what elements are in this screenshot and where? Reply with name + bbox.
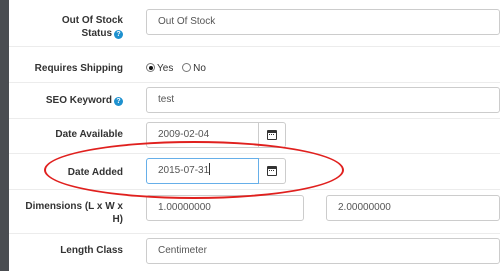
left-sidebar-strip <box>0 0 9 271</box>
dimension-width-input[interactable]: 2.00000000 <box>326 195 500 221</box>
shipping-yes-label: Yes <box>157 63 174 74</box>
row-divider <box>9 233 500 234</box>
requires-shipping-options: Yes No <box>146 62 212 75</box>
row-divider <box>9 46 500 47</box>
stock-status-select[interactable]: Out Of Stock <box>146 9 500 35</box>
row-divider <box>9 82 500 83</box>
question-circle-icon[interactable]: ? <box>114 30 123 39</box>
date-available-calendar-button[interactable] <box>259 122 286 148</box>
calendar-icon <box>267 130 277 140</box>
length-class-label: Length Class <box>60 245 123 256</box>
calendar-icon <box>267 166 277 176</box>
dimensions-label: Dimensions (L x W x H) <box>25 201 123 225</box>
question-circle-icon[interactable]: ? <box>114 97 123 106</box>
shipping-no-radio[interactable] <box>182 63 192 72</box>
date-added-label: Date Added <box>67 167 123 178</box>
row-divider <box>9 153 500 154</box>
row-divider <box>9 118 500 119</box>
seo-keyword-label: SEO Keyword? <box>10 94 123 107</box>
date-added-calendar-button[interactable] <box>259 158 286 184</box>
row-divider <box>9 189 500 190</box>
dimension-length-input[interactable]: 1.00000000 <box>146 195 304 221</box>
text-cursor <box>209 163 211 175</box>
stock-status-label: Out Of Stock Status? <box>61 15 123 39</box>
requires-shipping-label: Requires Shipping <box>34 63 123 74</box>
shipping-no-label: No <box>193 63 206 74</box>
date-added-input[interactable]: 2015-07-31 <box>146 158 259 184</box>
shipping-yes-radio[interactable] <box>146 63 155 72</box>
date-available-label: Date Available <box>55 129 123 140</box>
seo-keyword-input[interactable]: test <box>146 87 500 113</box>
length-class-select[interactable]: Centimeter <box>146 238 500 264</box>
date-available-input[interactable]: 2009-02-04 <box>146 122 259 148</box>
